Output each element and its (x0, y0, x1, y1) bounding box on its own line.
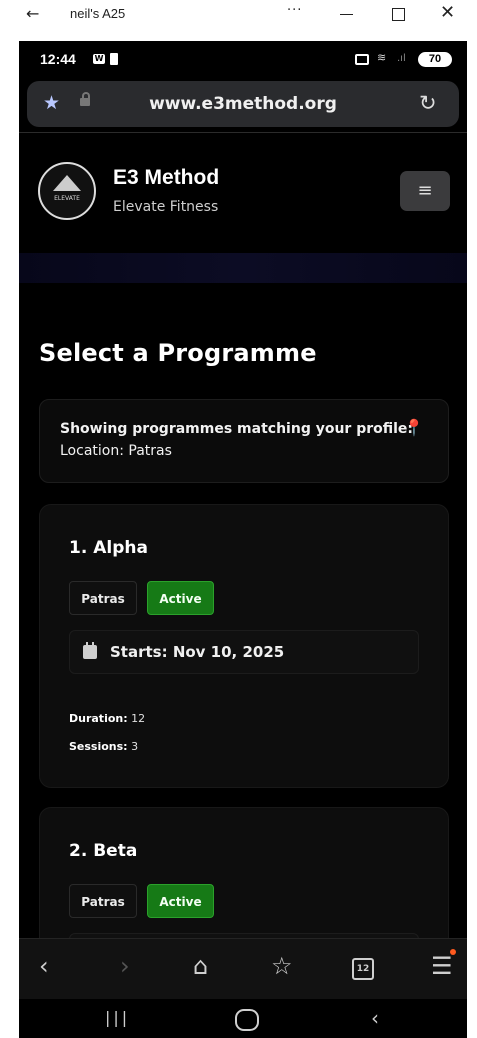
hamburger-icon: ≡ (417, 180, 433, 201)
sessions-label: Sessions: (69, 740, 128, 753)
battery-icon: 70 (418, 52, 452, 67)
location-tag: Patras (69, 884, 137, 918)
window-title-bar: ← neil's A25 ··· ✕ (0, 0, 477, 30)
recent-apps-icon[interactable]: ||| (105, 1008, 130, 1027)
cast-icon (355, 54, 369, 65)
divider (19, 132, 467, 133)
signal-icon: .ıl (397, 53, 406, 64)
phone-screen: 12:44 W ≋ .ıl 70 ★ www.e3method.org ↻ EL… (19, 41, 467, 1038)
location-text: Location: Patras (60, 443, 172, 459)
nav-band (19, 253, 467, 283)
start-date: Starts: Nov 10, 2025 (110, 643, 285, 661)
programme-title: 1. Alpha (69, 538, 148, 558)
location-tag: Patras (69, 581, 137, 615)
forward-icon[interactable]: › (120, 951, 130, 981)
duration: Duration: 12 (69, 712, 145, 725)
menu-button[interactable]: ≡ (400, 171, 450, 211)
info-text: Showing programmes matching your profile… (60, 421, 414, 437)
address-bar[interactable]: ★ www.e3method.org ↻ (27, 81, 459, 127)
favorites-icon[interactable]: ☆ (271, 951, 293, 981)
android-home-icon[interactable] (235, 1009, 259, 1031)
site-logo[interactable]: ELEVATE (38, 162, 96, 220)
logo-triangle-icon (53, 175, 81, 191)
duration-value: 12 (131, 712, 146, 725)
more-options-icon[interactable]: ··· (287, 3, 302, 18)
sessions-value: 3 (131, 740, 139, 753)
programme-title: 2. Beta (69, 841, 138, 861)
brand-title[interactable]: E3 Method (113, 166, 219, 190)
wifi-icon: ≋ (377, 51, 387, 64)
close-icon[interactable]: ✕ (440, 2, 455, 23)
sessions: Sessions: 3 (69, 740, 138, 753)
duration-label: Duration: (69, 712, 128, 725)
pin-icon: 📍 (404, 418, 424, 437)
status-badge: Active (147, 581, 214, 615)
status-badge: Active (147, 884, 214, 918)
profile-info-box: Showing programmes matching your profile… (39, 399, 449, 483)
tabs-icon[interactable]: 12 (352, 958, 374, 980)
logo-text: ELEVATE (54, 195, 80, 202)
url-text[interactable]: www.e3method.org (27, 94, 459, 114)
status-bar: 12:44 W ≋ .ıl 70 (19, 41, 467, 79)
window-title: neil's A25 (70, 6, 126, 21)
android-back-icon[interactable]: ‹ (371, 1006, 379, 1030)
programme-card-alpha[interactable]: 1. Alpha Patras Active Starts: Nov 10, 2… (39, 504, 449, 788)
back-icon[interactable]: ‹ (39, 951, 49, 981)
outlook-icon: W (93, 54, 105, 64)
browser-bottom-nav: ‹ › ⌂ ☆ 12 ☰ (19, 938, 467, 999)
start-date-box: Starts: Nov 10, 2025 (69, 630, 419, 674)
minimize-icon[interactable] (340, 14, 353, 15)
phone-icon (110, 53, 118, 65)
back-arrow-icon[interactable]: ← (26, 4, 39, 23)
menu-icon[interactable]: ☰ (431, 951, 453, 981)
brand-subtitle: Elevate Fitness (113, 199, 219, 215)
android-nav-bar: ||| ‹ (19, 999, 467, 1038)
notification-dot (450, 949, 456, 955)
status-time: 12:44 (40, 51, 76, 67)
maximize-icon[interactable] (392, 8, 405, 21)
page-title: Select a Programme (39, 339, 317, 367)
home-icon[interactable]: ⌂ (193, 951, 217, 980)
reload-icon[interactable]: ↻ (419, 91, 437, 115)
calendar-icon (83, 642, 97, 659)
